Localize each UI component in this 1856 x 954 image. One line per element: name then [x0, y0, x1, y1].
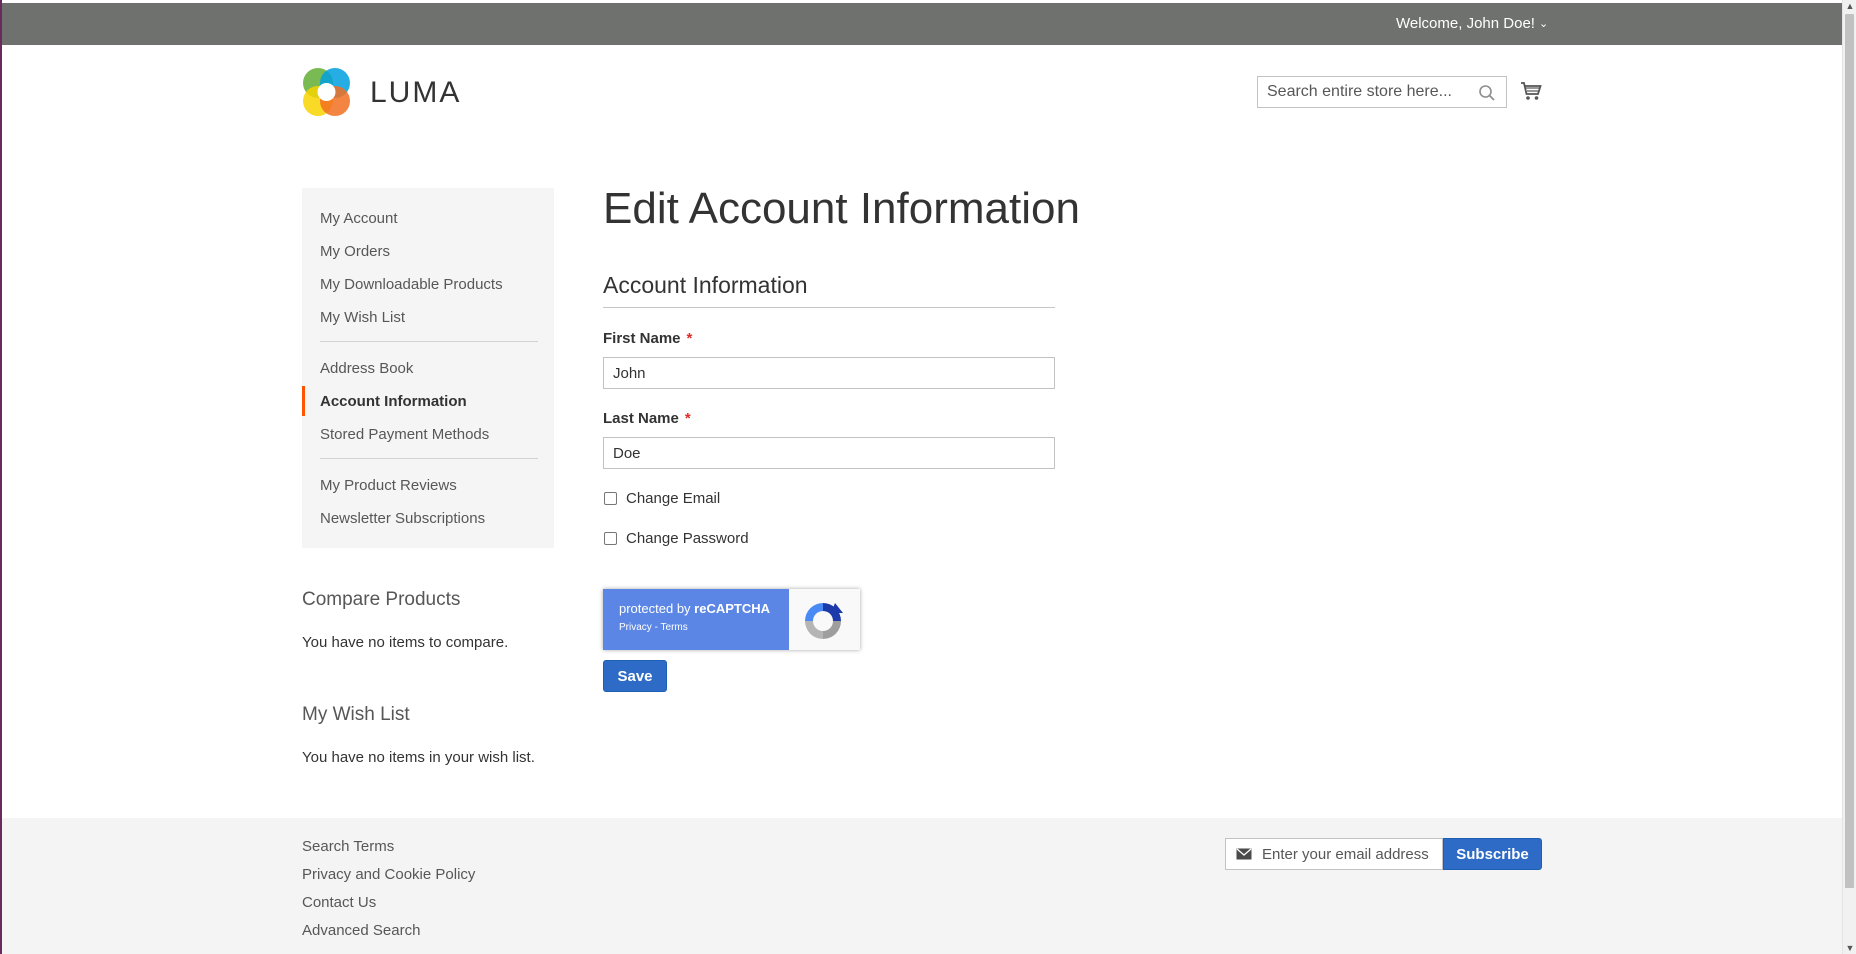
scroll-down-icon[interactable]: ▼: [1845, 942, 1855, 954]
scrollbar[interactable]: ▲ ▼: [1842, 0, 1856, 954]
change-password-option[interactable]: Change Password: [603, 530, 749, 547]
required-marker: *: [684, 410, 691, 427]
scroll-up-icon[interactable]: ▲: [1845, 0, 1855, 12]
window-edge: [0, 0, 2, 954]
recaptcha-link-separator: -: [651, 622, 661, 633]
recaptcha-panel: protected by reCAPTCHA Privacy - Terms: [603, 589, 789, 650]
last-name-field[interactable]: [603, 437, 1055, 469]
nav-item-newsletter-subscriptions[interactable]: Newsletter Subscriptions: [320, 510, 485, 527]
recaptcha-brand: reCAPTCHA: [694, 601, 770, 616]
recaptcha-links: Privacy - Terms: [619, 622, 688, 633]
change-email-label: Change Email: [626, 490, 721, 507]
recaptcha-privacy-link[interactable]: Privacy: [619, 622, 652, 633]
recaptcha-badge: protected by reCAPTCHA Privacy - Terms: [603, 589, 860, 650]
nav-item-account-information[interactable]: Account Information: [320, 393, 467, 410]
nav-active-indicator: [302, 386, 305, 416]
nav-item-address-book[interactable]: Address Book: [320, 360, 413, 377]
change-email-option[interactable]: Change Email: [603, 490, 720, 507]
nav-item-downloadable-products[interactable]: My Downloadable Products: [320, 276, 503, 293]
recaptcha-protected-by: protected by: [619, 601, 695, 616]
nav-item-wish-list[interactable]: My Wish List: [320, 309, 405, 326]
welcome-text: Welcome, John Doe!: [1396, 15, 1535, 32]
nav-divider: [320, 341, 538, 342]
footer-link-contact-us[interactable]: Contact Us: [302, 894, 376, 911]
change-email-checkbox[interactable]: [604, 492, 617, 505]
customer-welcome-menu[interactable]: Welcome, John Doe! ⌄: [1396, 15, 1548, 32]
top-panel: Welcome, John Doe! ⌄: [0, 3, 1842, 45]
first-name-label: First Name *: [603, 330, 692, 347]
account-nav: My Account My Orders My Downloadable Pro…: [302, 188, 554, 548]
recaptcha-protected-text: protected by reCAPTCHA: [619, 601, 770, 616]
section-title: Account Information: [603, 272, 808, 298]
recaptcha-terms-link[interactable]: Terms: [661, 622, 688, 633]
change-password-checkbox[interactable]: [604, 532, 617, 545]
luma-logo-icon: [303, 68, 350, 116]
newsletter-email-input[interactable]: [1262, 839, 1440, 869]
newsletter-field: [1225, 838, 1443, 870]
compare-products-empty: You have no items to compare.: [302, 634, 509, 651]
search-form: [1257, 76, 1507, 108]
nav-divider: [320, 458, 538, 459]
nav-item-my-account[interactable]: My Account: [320, 210, 398, 227]
nav-item-product-reviews[interactable]: My Product Reviews: [320, 477, 457, 494]
last-name-label-text: Last Name: [603, 410, 679, 427]
footer-link-advanced-search[interactable]: Advanced Search: [302, 922, 420, 939]
scrollbar-thumb[interactable]: [1845, 14, 1854, 888]
last-name-label: Last Name *: [603, 410, 691, 427]
chevron-down-icon: ⌄: [1538, 18, 1549, 30]
logo-text: LUMA: [370, 76, 462, 109]
section-divider: [603, 307, 1055, 308]
nav-item-my-orders[interactable]: My Orders: [320, 243, 390, 260]
footer-link-search-terms[interactable]: Search Terms: [302, 838, 394, 855]
footer-link-privacy-policy[interactable]: Privacy and Cookie Policy: [302, 866, 475, 883]
wishlist-empty: You have no items in your wish list.: [302, 749, 535, 766]
change-password-label: Change Password: [626, 530, 749, 547]
search-input[interactable]: [1258, 77, 1468, 107]
save-button[interactable]: Save: [603, 660, 667, 692]
envelope-icon: [1236, 848, 1252, 860]
nav-item-stored-payment-methods[interactable]: Stored Payment Methods: [320, 426, 489, 443]
subscribe-button[interactable]: Subscribe: [1443, 838, 1542, 870]
recaptcha-logo-icon: [805, 603, 843, 639]
first-name-field[interactable]: [603, 357, 1055, 389]
wishlist-title: My Wish List: [302, 704, 410, 725]
cart-icon[interactable]: [1520, 80, 1542, 102]
footer: Search Terms Privacy and Cookie Policy C…: [0, 818, 1842, 954]
compare-products-title: Compare Products: [302, 589, 461, 610]
search-icon[interactable]: [1478, 84, 1496, 102]
required-marker: *: [686, 330, 693, 347]
first-name-label-text: First Name: [603, 330, 681, 347]
page-title: Edit Account Information: [603, 184, 1080, 233]
